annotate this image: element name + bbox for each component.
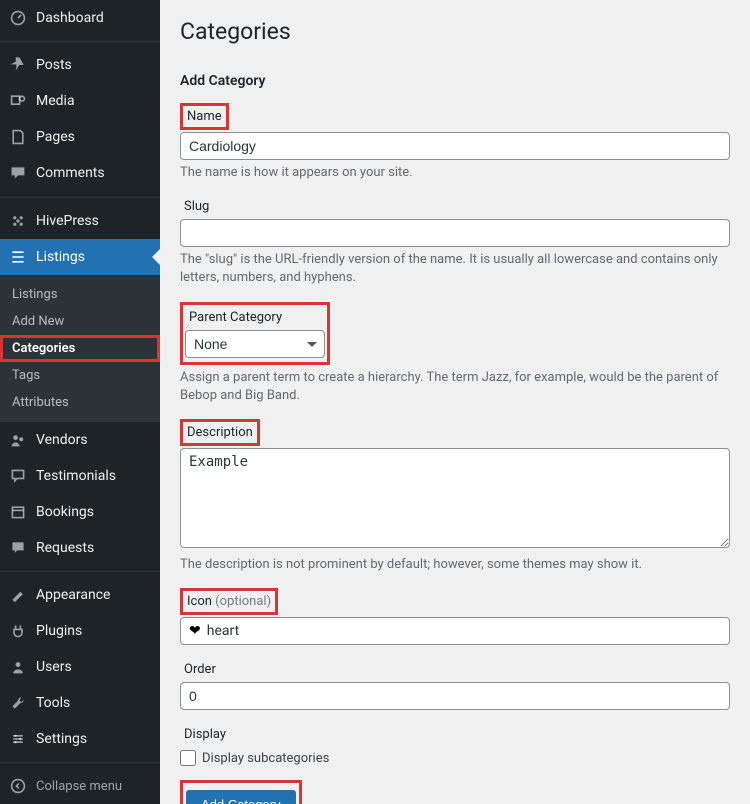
submenu-item-listings[interactable]: Listings (0, 281, 160, 308)
requests-icon (8, 538, 28, 558)
sidebar-label: Bookings (36, 504, 94, 520)
icon-select[interactable]: ❤ heart (180, 617, 730, 645)
tools-icon (8, 693, 28, 713)
section-title: Add Category (180, 73, 730, 89)
sidebar-item-dashboard[interactable]: Dashboard (0, 0, 160, 36)
separator (0, 762, 160, 763)
description-desc: The description is not prominent by defa… (180, 556, 730, 574)
sidebar-label: Plugins (36, 623, 82, 639)
settings-icon (8, 729, 28, 749)
field-icon: Icon (optional) ❤ heart (180, 588, 730, 645)
plugins-icon (8, 621, 28, 641)
sidebar-item-pages[interactable]: Pages (0, 119, 160, 155)
hivepress-icon (8, 211, 28, 231)
collapse-icon (8, 776, 28, 796)
sidebar-item-bookings[interactable]: Bookings (0, 494, 160, 530)
description-textarea[interactable]: Example (180, 448, 730, 548)
sidebar-label: Posts (36, 57, 72, 73)
bookings-icon (8, 502, 28, 522)
testimonials-icon (8, 466, 28, 486)
sidebar-label: Testimonials (36, 468, 116, 484)
name-input[interactable] (180, 132, 730, 160)
submenu-item-tags[interactable]: Tags (0, 362, 160, 389)
sidebar-label: Users (36, 659, 72, 675)
add-category-button[interactable]: Add Category (186, 790, 296, 804)
sidebar-item-plugins[interactable]: Plugins (0, 613, 160, 649)
listings-submenu: Listings Add New Categories Tags Attribu… (0, 275, 160, 422)
sidebar-item-requests[interactable]: Requests (0, 530, 160, 566)
name-label: Name (180, 103, 229, 130)
vendors-icon (8, 430, 28, 450)
icon-label: Icon (optional) (180, 588, 278, 615)
appearance-icon (8, 585, 28, 605)
sidebar-item-listings[interactable]: Listings (0, 239, 160, 275)
separator (0, 41, 160, 42)
display-label: Display (180, 724, 230, 745)
field-parent: Parent Category None Assign a parent ter… (180, 302, 730, 405)
parent-select[interactable]: None (185, 330, 325, 358)
submit-highlight: Add Category (180, 780, 302, 804)
sidebar-label: Dashboard (36, 10, 104, 26)
parent-desc: Assign a parent term to create a hierarc… (180, 369, 730, 405)
listings-icon (8, 247, 28, 267)
dashboard-icon (8, 8, 28, 28)
page-icon (8, 127, 28, 147)
sidebar-item-users[interactable]: Users (0, 649, 160, 685)
order-label: Order (180, 659, 220, 680)
comment-icon (8, 163, 28, 183)
name-desc: The name is how it appears on your site. (180, 164, 730, 182)
sidebar-label: Vendors (36, 432, 88, 448)
sidebar-label: Settings (36, 731, 87, 747)
sidebar-item-hivepress[interactable]: HivePress (0, 203, 160, 239)
sidebar-item-appearance[interactable]: Appearance (0, 577, 160, 613)
submenu-item-add-new[interactable]: Add New (0, 308, 160, 335)
main-content: Categories Add Category Name The name is… (160, 0, 750, 804)
field-slug: Slug The "slug" is the URL-friendly vers… (180, 196, 730, 287)
icon-value: heart (207, 623, 239, 639)
sidebar-item-vendors[interactable]: Vendors (0, 422, 160, 458)
slug-label: Slug (180, 196, 213, 217)
slug-desc: The "slug" is the URL-friendly version o… (180, 251, 730, 287)
parent-label: Parent Category (185, 307, 325, 328)
sidebar-label: Comments (36, 165, 105, 181)
field-display: Display Display subcategories (180, 724, 730, 766)
sidebar-label: HivePress (36, 213, 99, 229)
sidebar-item-comments[interactable]: Comments (0, 155, 160, 191)
sidebar-item-posts[interactable]: Posts (0, 47, 160, 83)
page-title: Categories (180, 18, 730, 45)
separator (0, 571, 160, 572)
users-icon (8, 657, 28, 677)
order-input[interactable] (180, 682, 730, 710)
admin-sidebar: Dashboard Posts Media Pages Comments Hiv… (0, 0, 160, 804)
sidebar-item-testimonials[interactable]: Testimonials (0, 458, 160, 494)
sidebar-label: Listings (36, 249, 85, 265)
slug-input[interactable] (180, 219, 730, 247)
collapse-label: Collapse menu (36, 779, 122, 794)
display-checkbox-label: Display subcategories (202, 751, 329, 766)
sidebar-label: Media (36, 93, 75, 109)
field-order: Order (180, 659, 730, 710)
sidebar-label: Pages (36, 129, 75, 145)
sidebar-label: Appearance (36, 587, 110, 603)
sidebar-label: Requests (36, 540, 94, 556)
submenu-item-categories[interactable]: Categories (0, 335, 160, 362)
sidebar-item-media[interactable]: Media (0, 83, 160, 119)
sidebar-item-tools[interactable]: Tools (0, 685, 160, 721)
field-description: Description Example The description is n… (180, 419, 730, 574)
collapse-menu-button[interactable]: Collapse menu (0, 768, 160, 804)
pin-icon (8, 55, 28, 75)
sidebar-item-settings[interactable]: Settings (0, 721, 160, 757)
separator (0, 196, 160, 197)
display-subcategories-checkbox[interactable] (180, 750, 196, 766)
submenu-item-attributes[interactable]: Attributes (0, 389, 160, 416)
sidebar-label: Tools (36, 695, 70, 711)
heart-icon: ❤ (189, 623, 201, 639)
field-name: Name The name is how it appears on your … (180, 103, 730, 182)
description-label: Description (180, 419, 260, 446)
media-icon (8, 91, 28, 111)
